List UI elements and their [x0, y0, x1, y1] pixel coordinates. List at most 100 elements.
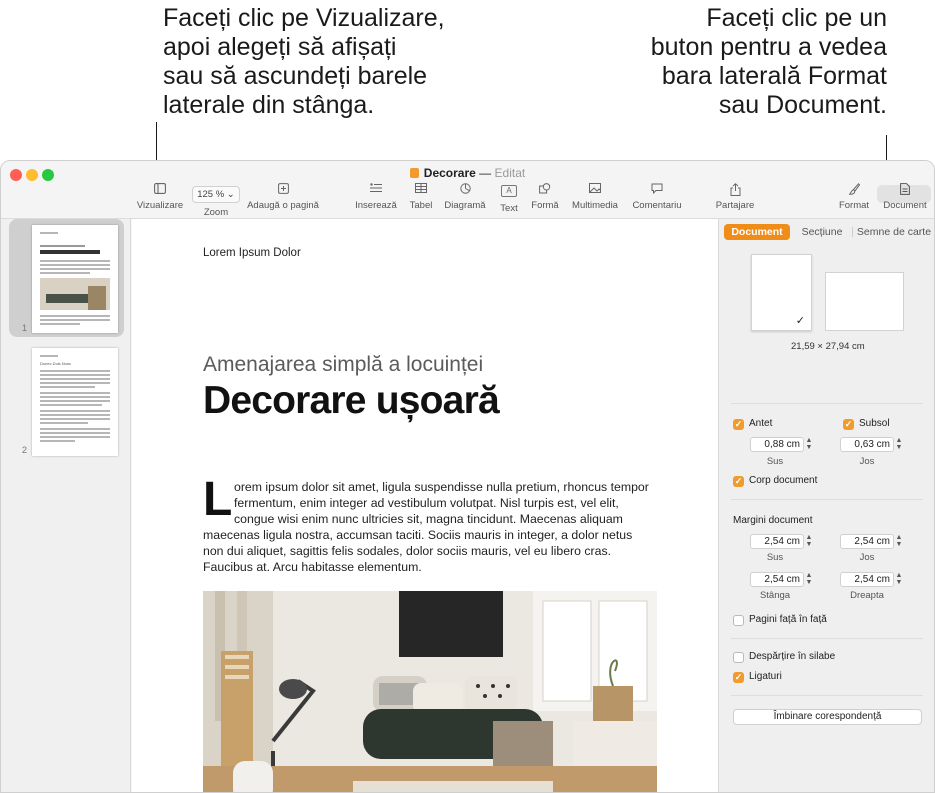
page-thumbnail-1[interactable]	[32, 225, 118, 333]
margin-bottom-field[interactable]: 2,54 cm	[840, 534, 894, 549]
living-room-photo[interactable]	[203, 591, 657, 792]
body-checkbox[interactable]: ✓	[733, 476, 744, 487]
page-number-1: 1	[22, 323, 28, 333]
margin-right-stepper[interactable]: ▲ ▼	[895, 572, 903, 586]
body-line-2[interactable]: fermentum, enim integer ad vestibulum vo…	[234, 496, 619, 510]
margin-top-field[interactable]: 2,54 cm	[750, 534, 804, 549]
body-line-6[interactable]: Faucibus at. Arcu habitasse elementum.	[203, 560, 422, 574]
page-thumbnail-2[interactable]: Donec Duis Nunc	[32, 348, 118, 456]
document-subtitle[interactable]: Amenajarea simplă a locuinței	[203, 353, 483, 377]
callout-left-line-4: laterale din stânga.	[163, 91, 375, 119]
media-label: Multimedia	[572, 200, 618, 211]
media-button[interactable]: Multimedia	[569, 183, 621, 211]
margin-left-field[interactable]: 2,54 cm	[750, 572, 804, 587]
margin-bottom-stepper[interactable]: ▲ ▼	[895, 534, 903, 548]
tab-document[interactable]: Document	[724, 224, 790, 240]
footer-distance-stepper[interactable]: ▲ ▼	[895, 437, 903, 451]
comment-label: Comentariu	[632, 200, 682, 211]
margin-top-sublabel: Sus	[766, 552, 784, 563]
mail-merge-button[interactable]: Îmbinare corespondență	[733, 709, 922, 725]
paintbrush-icon	[835, 183, 873, 197]
page-number-2: 2	[22, 445, 28, 455]
ligatures-label: Ligaturi	[749, 671, 782, 682]
add-page-button[interactable]: Adaugă o pagină	[245, 183, 321, 211]
divider	[731, 695, 923, 696]
add-page-label: Adaugă o pagină	[247, 200, 319, 211]
callout-left-line-2: apoi alegeți să afișați	[163, 33, 397, 61]
ligatures-checkbox[interactable]: ✓	[733, 672, 744, 683]
footer-bottom-sublabel: Jos	[859, 456, 875, 467]
footer-distance-field[interactable]: 0,63 cm	[840, 437, 894, 452]
header-checkbox[interactable]: ✓	[733, 419, 744, 430]
margin-right-field[interactable]: 2,54 cm	[840, 572, 894, 587]
document-title[interactable]: Decorare ușoară	[203, 379, 500, 423]
share-icon	[713, 183, 757, 197]
share-button[interactable]: Partajare	[713, 183, 757, 211]
tab-bookmarks[interactable]: Semne de carte	[854, 224, 934, 240]
callout-left: Faceți clic pe Vizualizare, apoi alegeți…	[163, 4, 503, 120]
margin-right-sublabel: Dreapta	[850, 590, 884, 601]
text-button[interactable]: A Text	[496, 183, 522, 214]
hyphenation-checkbox[interactable]	[733, 652, 744, 663]
margin-bottom-sublabel: Jos	[859, 552, 875, 563]
toolbar: Decorare — Editat Vizualizare 125 % ⌄ Zo…	[1, 161, 934, 219]
drop-cap[interactable]: L	[203, 476, 232, 524]
zoom-select[interactable]: 125 % ⌄	[192, 186, 240, 203]
title-separator: —	[479, 166, 492, 180]
body-line-4[interactable]: maecenas ligula nostra, accumsan taciti.…	[203, 528, 632, 542]
chart-button[interactable]: Diagramă	[442, 183, 488, 211]
callout-right-line-3: bara laterală Format	[661, 62, 887, 90]
shape-label: Formă	[531, 200, 559, 211]
view-label: Vizualizare	[136, 200, 184, 211]
comment-button[interactable]: Comentariu	[629, 183, 685, 211]
body-line-1[interactable]: orem ipsum dolor sit amet, ligula suspen…	[234, 480, 649, 494]
table-label: Tabel	[409, 200, 433, 211]
body-line-3[interactable]: congue wisi enim nunc ultricies sit, mag…	[234, 512, 623, 526]
page-thumbnails-sidebar[interactable]: 1 Donec Duis Nunc 2	[1, 219, 131, 792]
facing-pages-checkbox[interactable]	[733, 615, 744, 626]
page-header-text[interactable]: Lorem Ipsum Dolor	[203, 247, 301, 259]
pages-window: Decorare — Editat Vizualizare 125 % ⌄ Zo…	[0, 160, 935, 793]
margin-top-stepper[interactable]: ▲ ▼	[805, 534, 813, 548]
zoom-control[interactable]: 125 % ⌄ Zoom	[190, 186, 242, 218]
share-label: Partajare	[715, 200, 755, 211]
shape-button[interactable]: Formă	[529, 183, 561, 211]
format-button[interactable]: Format	[835, 183, 873, 211]
margins-title: Margini document	[733, 515, 813, 526]
chevron-down-icon: ⌄	[226, 189, 235, 200]
header-distance-stepper[interactable]: ▲ ▼	[805, 437, 813, 451]
chart-label: Diagramă	[444, 200, 486, 211]
callout-left-line-3: sau să ascundeți barele	[163, 62, 428, 90]
inspector-tabs: Document Secțiune Semne de carte	[724, 224, 931, 240]
document-name: Decorare	[423, 166, 476, 180]
paper-portrait-option[interactable]: ✓	[751, 254, 812, 331]
table-icon	[405, 183, 437, 197]
footer-checkbox[interactable]: ✓	[843, 419, 854, 430]
callout-right-line-2: buton pentru a vedea	[650, 33, 887, 61]
checkmark-icon: ✓	[795, 315, 805, 327]
tab-section[interactable]: Secțiune	[794, 224, 850, 240]
divider	[731, 403, 923, 404]
paper-landscape-option[interactable]	[825, 272, 904, 331]
callout-right: Faceți clic pe un buton pentru a vedea b…	[557, 4, 887, 120]
document-button[interactable]: Document	[879, 183, 931, 211]
thumbnail-2-heading: Donec Duis Nunc	[40, 361, 72, 366]
document-inspector: Document Secțiune Semne de carte ✓ 21,59…	[718, 219, 934, 792]
edit-status: Editat	[494, 166, 526, 180]
body-line-5[interactable]: non dui aliquet, sagittis felis sodales,…	[203, 544, 611, 558]
window-title: Decorare — Editat	[1, 166, 934, 180]
header-top-sublabel: Sus	[766, 456, 784, 467]
view-button[interactable]: Vizualizare	[135, 183, 185, 211]
text-box-icon: A	[501, 185, 517, 197]
text-label: Text	[500, 203, 518, 214]
header-distance-field[interactable]: 0,88 cm	[750, 437, 804, 452]
table-button[interactable]: Tabel	[405, 183, 437, 211]
sidebar-icon	[135, 183, 185, 197]
facing-pages-label: Pagini față în față	[749, 614, 827, 625]
margin-left-stepper[interactable]: ▲ ▼	[805, 572, 813, 586]
header-checkbox-label: Antet	[749, 418, 773, 429]
photo-icon	[569, 183, 621, 197]
insert-button[interactable]: Inserează	[353, 183, 399, 211]
callout-right-line-1: Faceți clic pe un	[706, 4, 887, 32]
document-canvas[interactable]: Lorem Ipsum Dolor Amenajarea simplă a lo…	[132, 219, 718, 792]
